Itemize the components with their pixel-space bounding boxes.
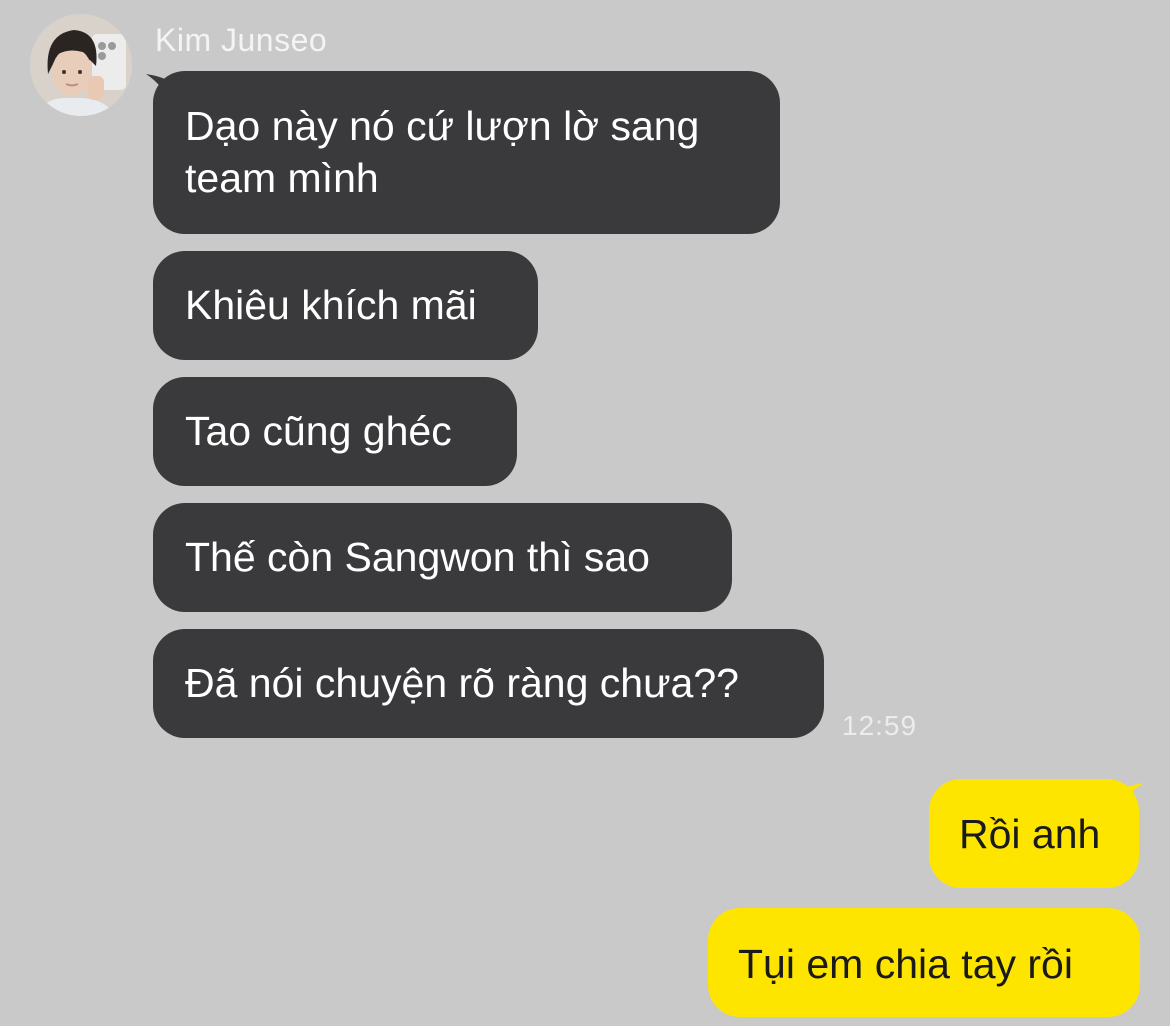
profile-photo-icon: [30, 14, 132, 116]
sender-name: Kim Junseo: [155, 22, 328, 58]
incoming-message[interactable]: Khiêu khích mãi: [153, 251, 538, 360]
incoming-message[interactable]: Đã nói chuyện rõ ràng chưa??: [153, 629, 824, 738]
message-line: Dạo này nó cứ lượn lờ sang: [185, 103, 700, 149]
message-text: Tụi em chia tay rồi: [738, 941, 1073, 987]
outgoing-message[interactable]: Tụi em chia tay rồi: [708, 908, 1140, 1017]
message-text: Rồi anh: [959, 811, 1101, 857]
message-line: Tao cũng ghéc: [185, 408, 452, 454]
contact-avatar[interactable]: [30, 14, 132, 116]
message-line: Khiêu khích mãi: [185, 282, 477, 328]
message-line: Thế còn Sangwon thì sao: [185, 534, 650, 580]
message-timestamp: 12:59: [842, 710, 918, 741]
incoming-message[interactable]: Dạo này nó cứ lượn lờ sang team mình: [153, 71, 780, 234]
message-line: team mình: [185, 155, 379, 201]
message-line: Đã nói chuyện rõ ràng chưa??: [185, 660, 739, 706]
incoming-message[interactable]: Thế còn Sangwon thì sao: [153, 503, 732, 612]
incoming-message[interactable]: Tao cũng ghéc: [153, 377, 517, 486]
outgoing-message[interactable]: Rồi anh: [929, 779, 1139, 888]
